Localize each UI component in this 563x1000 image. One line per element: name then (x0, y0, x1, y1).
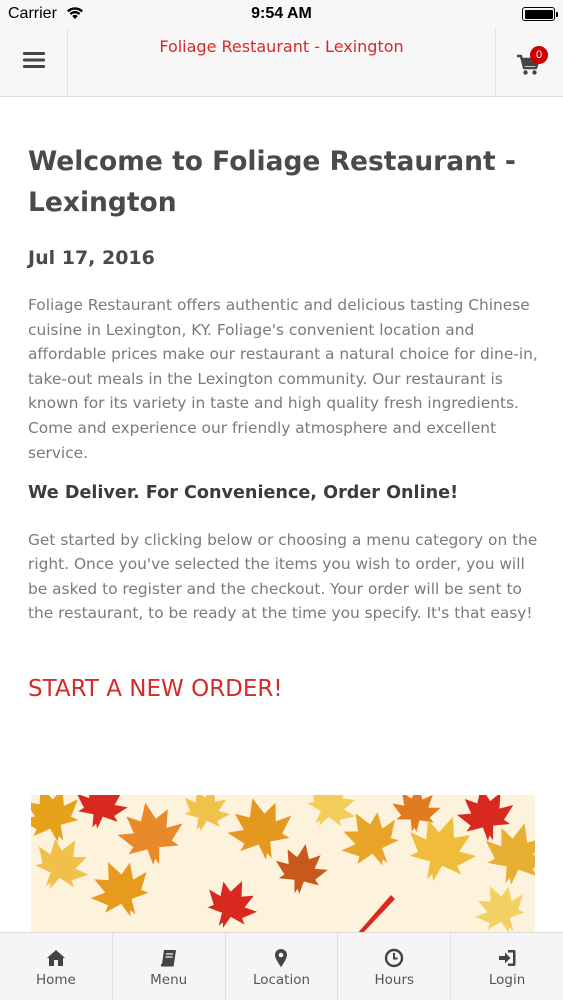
clock-time: 9:54 AM (251, 5, 312, 22)
delivery-heading: We Deliver. For Convenience, Order Onlin… (28, 483, 459, 503)
tab-home[interactable]: Home (0, 933, 113, 1000)
map-pin-icon (271, 948, 291, 968)
book-icon (159, 948, 179, 968)
cart-count-badge: 0 (530, 46, 548, 64)
autumn-leaves-banner-image (31, 795, 535, 935)
instructions-paragraph: Get started by clicking below or choosin… (28, 531, 538, 623)
tab-location-label: Location (252, 972, 311, 988)
tab-login[interactable]: Login (451, 933, 563, 1000)
post-date: Jul 17, 2016 (28, 247, 155, 269)
clock-icon (384, 948, 404, 968)
tab-location[interactable]: Location (226, 933, 339, 1000)
tab-home-label: Home (35, 972, 76, 988)
tab-menu[interactable]: Menu (113, 933, 226, 1000)
hamburger-icon (22, 51, 45, 73)
tab-login-label: Login (488, 972, 526, 988)
tab-hours-label: Hours (374, 972, 415, 988)
status-bar: Carrier 9:54 AM (0, 0, 563, 28)
header-title: Foliage Restaurant - Lexington (159, 37, 404, 56)
page-title: Welcome to Foliage Restaurant - Lexingto… (28, 146, 516, 218)
start-new-order-link[interactable]: START A NEW ORDER! (28, 676, 283, 702)
cart-button[interactable]: 0 (495, 28, 563, 96)
app-header: Foliage Restaurant - Lexington 0 (0, 28, 563, 97)
menu-button[interactable] (0, 28, 68, 96)
battery-icon (522, 7, 558, 21)
tab-menu-label: Menu (150, 972, 188, 988)
login-icon (497, 948, 517, 968)
tab-hours[interactable]: Hours (338, 933, 452, 1000)
bottom-tab-bar: Home Menu Location Hours Login (0, 932, 563, 1000)
home-icon (46, 948, 66, 968)
intro-paragraph: Foliage Restaurant offers authentic and … (28, 296, 538, 462)
